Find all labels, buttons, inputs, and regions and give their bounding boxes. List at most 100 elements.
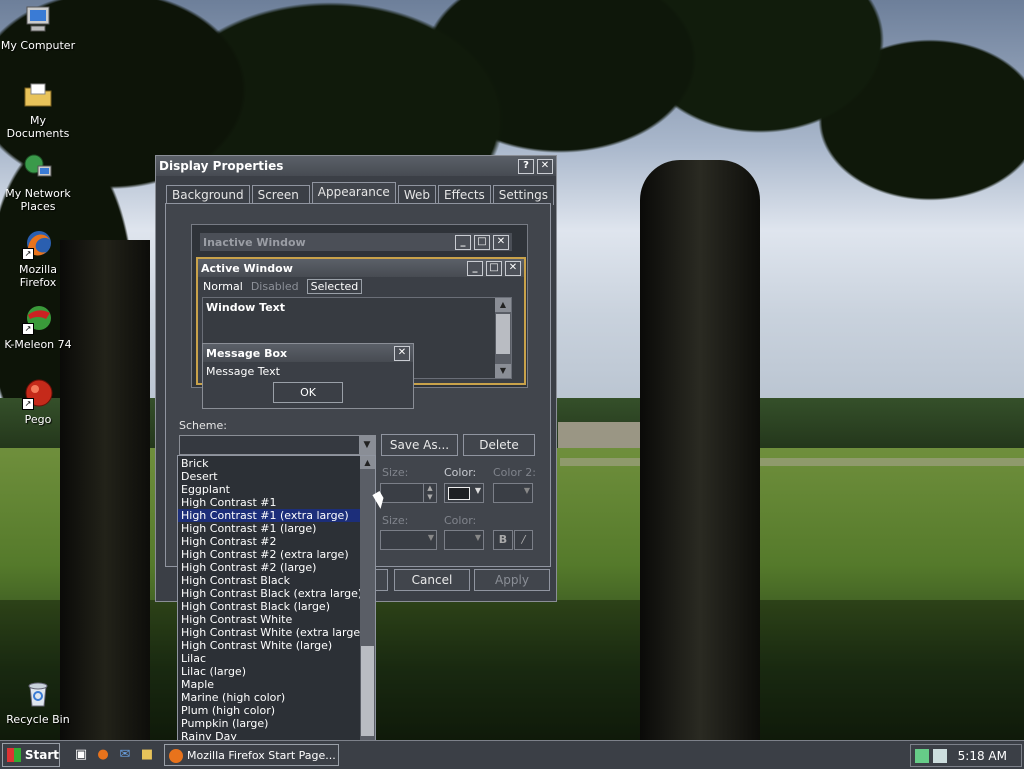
italic-button[interactable]: /: [514, 530, 533, 550]
message-text: Message Text: [206, 365, 280, 378]
font-color-picker[interactable]: ▼: [444, 530, 484, 550]
scheme-list-item[interactable]: High Contrast White (large): [178, 639, 360, 652]
chevron-down-icon: ▼: [427, 533, 434, 542]
close-button[interactable]: ✕: [537, 158, 553, 174]
active-window-titlebar: Active Window _ □ ✕: [198, 259, 524, 277]
scheme-list-item[interactable]: High Contrast #1 (large): [178, 522, 360, 535]
tab-background[interactable]: Background: [166, 185, 250, 205]
scheme-list-item[interactable]: Lilac (large): [178, 665, 360, 678]
color-label: Color:: [444, 466, 477, 479]
desktop-icon-label: Pego: [24, 413, 52, 426]
chevron-down-icon[interactable]: ▼: [359, 436, 375, 454]
tab-screen-saver[interactable]: Screen Saver: [251, 185, 310, 217]
scheme-list-item[interactable]: High Contrast #2: [178, 535, 360, 548]
desktop-icon-my-network-places[interactable]: My Network Places: [0, 152, 76, 213]
desktop-icon-label: My Network Places: [5, 187, 71, 213]
color-picker[interactable]: ▼: [444, 483, 484, 503]
tab-effects[interactable]: Effects: [437, 185, 491, 205]
scheme-list-item[interactable]: High Contrast #1 (extra large): [178, 509, 360, 522]
scroll-up-icon[interactable]: ▲: [360, 456, 375, 469]
scheme-dropdown-list[interactable]: Brick Desert Eggplant High Contrast #1 High …: [177, 455, 376, 756]
scheme-list-item[interactable]: High Contrast #2 (extra large): [178, 548, 360, 561]
cancel-button[interactable]: Cancel: [394, 569, 470, 591]
font-size-label: Size:: [382, 514, 409, 527]
scheme-list-item[interactable]: High Contrast Black (extra large): [178, 587, 362, 600]
color2-picker[interactable]: ▼: [493, 483, 533, 503]
save-as-button[interactable]: Save As...: [381, 434, 458, 456]
scheme-list-item[interactable]: Maple: [178, 678, 360, 691]
desktop-icon-k-meleon[interactable]: ↗ K-Meleon 74: [0, 303, 76, 351]
close-icon: ✕: [505, 260, 521, 276]
scheme-list-item[interactable]: Desert: [178, 470, 360, 483]
k-meleon-icon: ↗: [22, 303, 54, 335]
ok-button-partial[interactable]: [374, 569, 388, 591]
network-tray-icon[interactable]: [915, 748, 929, 763]
start-label: Start: [24, 748, 59, 762]
scheme-list-item[interactable]: Brick: [178, 457, 360, 470]
clock[interactable]: 5:18 AM: [958, 749, 1007, 763]
active-window-title: Active Window: [201, 261, 293, 275]
scheme-list-item[interactable]: High Contrast #1: [178, 496, 360, 509]
wallpaper-tree-trunk: [640, 160, 760, 740]
firefox-quicklaunch-icon[interactable]: ●: [94, 746, 112, 764]
scheme-list-item[interactable]: Plum (high color): [178, 704, 360, 717]
appearance-preview[interactable]: Inactive Window _ □ ✕ Active Window _ □ …: [191, 224, 528, 409]
firefox-icon: [169, 749, 183, 763]
scheme-list-item[interactable]: Lilac: [178, 652, 360, 665]
delete-button[interactable]: Delete: [463, 434, 535, 456]
font-size-select[interactable]: ▼: [380, 530, 437, 550]
size-label: Size:: [382, 466, 409, 479]
desktop-icon-recycle-bin[interactable]: Recycle Bin: [0, 678, 76, 726]
show-desktop-icon[interactable]: ▣: [72, 746, 90, 764]
help-button[interactable]: ?: [518, 158, 534, 174]
tab-settings[interactable]: Settings: [492, 185, 554, 205]
tab-web[interactable]: Web: [397, 185, 436, 205]
close-icon: ✕: [493, 234, 509, 250]
chevron-down-icon: ▼: [474, 486, 481, 495]
explorer-quicklaunch-icon[interactable]: ■: [138, 746, 156, 764]
scheme-list-item[interactable]: Pumpkin (large): [178, 717, 360, 730]
scroll-thumb: [496, 314, 510, 354]
window-text: Window Text: [206, 301, 286, 314]
scroll-thumb[interactable]: [361, 646, 374, 736]
dialog-titlebar[interactable]: Display Properties ? ✕: [156, 156, 556, 176]
desktop-icon-pego[interactable]: ↗ Pego: [0, 378, 76, 426]
apply-button[interactable]: Apply: [474, 569, 550, 591]
scheme-select[interactable]: ▼: [179, 435, 376, 455]
desktop-icon-my-documents[interactable]: My Documents: [0, 79, 76, 140]
taskbar-item-firefox[interactable]: Mozilla Firefox Start Page...: [164, 744, 339, 766]
scheme-list-item[interactable]: High Contrast Black: [178, 574, 360, 587]
desktop-icon-mozilla-firefox[interactable]: ↗ Mozilla Firefox: [0, 228, 76, 289]
bold-button[interactable]: B: [493, 530, 513, 550]
preview-message-box: Message Box ✕ Message Text OK: [202, 343, 414, 409]
size-spinner[interactable]: ▲ ▼: [380, 483, 437, 503]
outlook-quicklaunch-icon[interactable]: ✉: [116, 746, 134, 764]
recycle-bin-icon: [22, 678, 54, 710]
preview-scrollbar: ▲ ▼: [495, 298, 511, 378]
scheme-list-item[interactable]: High Contrast #2 (large): [178, 561, 360, 574]
desktop-icon-my-computer[interactable]: My Computer: [0, 4, 76, 52]
scheme-items: Brick Desert Eggplant High Contrast #1 High …: [178, 457, 364, 755]
scheme-list-item[interactable]: High Contrast Black (large): [178, 600, 360, 613]
tab-appearance[interactable]: Appearance: [311, 182, 396, 205]
desktop-icon-label: My Computer: [0, 39, 76, 52]
system-tray: 5:18 AM: [910, 744, 1022, 767]
start-button[interactable]: Start: [2, 743, 60, 767]
scheme-list-item[interactable]: Eggplant: [178, 483, 360, 496]
tray-icon[interactable]: [933, 748, 947, 763]
firefox-icon: ↗: [22, 228, 54, 260]
windows-logo-icon: [7, 748, 21, 762]
preview-menubar: Normal Disabled Selected: [198, 277, 524, 295]
taskbar: Start ▣ ● ✉ ■ Mozilla Firefox Start Page…: [0, 740, 1024, 769]
menu-disabled: Disabled: [250, 279, 299, 293]
maximize-icon: □: [486, 260, 502, 276]
scheme-list-item[interactable]: High Contrast White: [178, 613, 360, 626]
taskbar-item-label: Mozilla Firefox Start Page...: [187, 749, 336, 762]
scheme-list-scrollbar[interactable]: ▲ ▼: [360, 456, 375, 755]
scheme-list-item[interactable]: Marine (high color): [178, 691, 360, 704]
scheme-list-item[interactable]: High Contrast White (extra large): [178, 626, 364, 639]
minimize-icon: _: [455, 234, 471, 250]
folder-icon: [22, 79, 54, 111]
desktop-icon-label: Mozilla Firefox: [19, 263, 57, 289]
wallpaper-shadow: [0, 600, 1024, 740]
